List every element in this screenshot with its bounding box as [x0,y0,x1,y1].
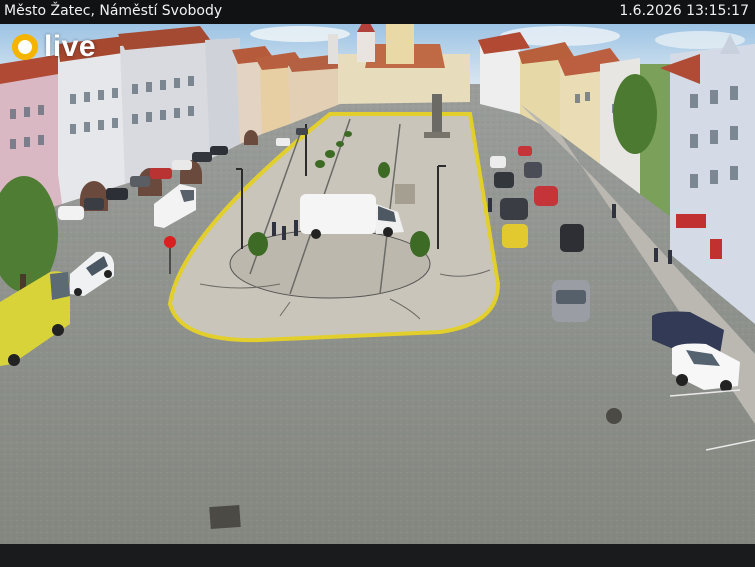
plague-column [432,94,442,134]
live-logo-icon [12,34,38,60]
live-logo-text: live [44,30,97,63]
camera-title-bar: Město Žatec, Náměstí Svobody 1.6.2026 13… [0,0,755,24]
live-logo[interactable]: live [12,32,96,62]
webcam-image [0,24,755,544]
camera-timestamp: 1.6.2026 13:15:17 [619,3,749,19]
camera-bottom-bar [0,544,755,567]
camera-location-title: Město Žatec, Náměstí Svobody [4,3,223,19]
